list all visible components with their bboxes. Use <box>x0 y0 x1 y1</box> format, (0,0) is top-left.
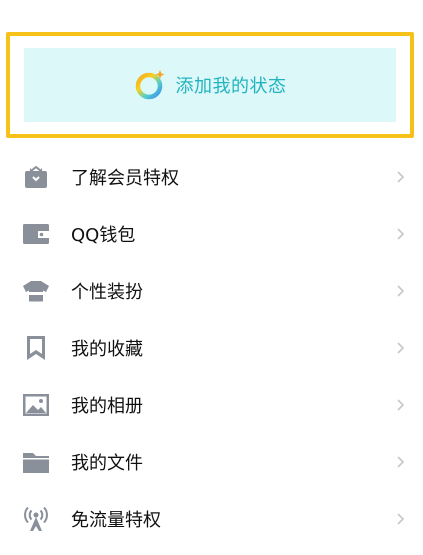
vip-gift-icon <box>22 163 50 191</box>
add-status-highlight-frame: 添加我的状态 <box>6 32 414 138</box>
menu-item-label: QQ钱包 <box>71 224 136 246</box>
menu-list: 了解会员特权 QQ钱包 个性装扮 我的收藏 我的相册 我的文件 免流量特权 <box>0 148 423 547</box>
chevron-right-icon <box>397 284 405 297</box>
me-drawer-page: 添加我的状态 了解会员特权 QQ钱包 个性装扮 我的收藏 我的相册 我的文件 免… <box>0 0 423 555</box>
add-status-label: 添加我的状态 <box>175 76 287 97</box>
menu-item-my-files[interactable]: 我的文件 <box>0 433 423 490</box>
add-status-button[interactable]: 添加我的状态 <box>24 48 396 122</box>
folder-icon <box>22 448 50 476</box>
chevron-right-icon <box>397 227 405 240</box>
tshirt-icon <box>22 277 50 305</box>
chevron-right-icon <box>397 341 405 354</box>
menu-item-my-album[interactable]: 我的相册 <box>0 376 423 433</box>
wallet-icon <box>22 220 50 248</box>
status-ring-icon <box>135 70 164 100</box>
menu-item-vip-privileges[interactable]: 了解会员特权 <box>0 148 423 205</box>
chevron-right-icon <box>397 170 405 183</box>
bookmark-icon <box>22 334 50 362</box>
menu-item-personal-dressup[interactable]: 个性装扮 <box>0 262 423 319</box>
menu-item-label: 我的收藏 <box>71 338 143 360</box>
chevron-right-icon <box>397 512 405 525</box>
photo-album-icon <box>22 391 50 419</box>
menu-item-free-data-privilege[interactable]: 免流量特权 <box>0 490 423 547</box>
menu-item-label: 我的相册 <box>71 395 143 417</box>
chevron-right-icon <box>397 398 405 411</box>
chevron-right-icon <box>397 455 405 468</box>
menu-item-my-favorites[interactable]: 我的收藏 <box>0 319 423 376</box>
menu-item-label: 个性装扮 <box>71 281 143 303</box>
menu-item-label: 了解会员特权 <box>71 167 179 189</box>
menu-item-qq-wallet[interactable]: QQ钱包 <box>0 205 423 262</box>
signal-tower-icon <box>22 505 50 533</box>
menu-item-label: 我的文件 <box>71 452 143 474</box>
menu-item-label: 免流量特权 <box>71 509 161 531</box>
